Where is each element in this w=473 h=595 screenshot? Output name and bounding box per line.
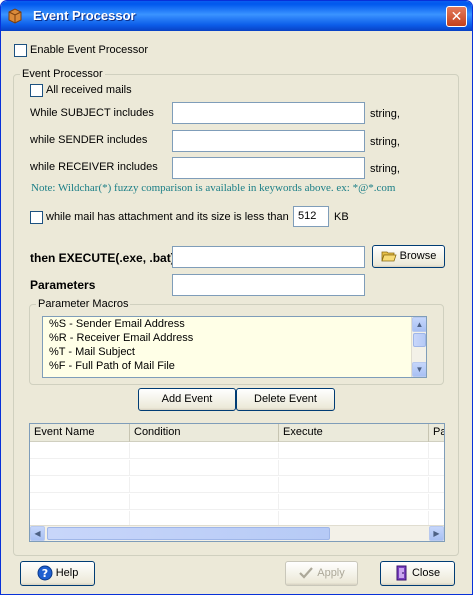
table-row[interactable] (30, 443, 444, 459)
window-title: Event Processor (33, 8, 136, 23)
help-label: Help (55, 567, 79, 579)
table-cell (130, 443, 279, 459)
macro-item[interactable]: %T - Mail Subject (49, 346, 135, 358)
events-table[interactable]: Event Name Condition Execute Pa (29, 423, 445, 542)
help-button[interactable]: ? Help (20, 561, 95, 586)
execute-path-input[interactable] (172, 246, 365, 268)
table-cell (279, 494, 429, 510)
parameters-input[interactable] (172, 274, 365, 296)
table-cell (279, 460, 429, 476)
browse-button[interactable]: Browse (372, 245, 445, 268)
title-bar[interactable]: Event Processor ✕ (1, 1, 472, 31)
table-row[interactable] (30, 477, 444, 493)
table-row[interactable] (30, 494, 444, 510)
macro-item[interactable]: %F - Full Path of Mail File (49, 360, 175, 372)
browse-label: Browse (399, 250, 437, 262)
door-exit-icon (396, 565, 407, 581)
events-table-header: Event Name Condition Execute Pa (30, 424, 444, 442)
table-cell (279, 477, 429, 493)
table-row[interactable] (30, 460, 444, 476)
delete-event-button[interactable]: Delete Event (236, 388, 335, 411)
attachment-size-label: while mail has attachment and its size i… (46, 211, 289, 223)
table-cell (130, 460, 279, 476)
parameters-label: Parameters (30, 278, 96, 292)
svg-text:?: ? (41, 567, 47, 580)
receiver-suffix: string, (370, 163, 400, 175)
attachment-size-checkbox[interactable] (30, 211, 43, 224)
table-horizontal-scrollbar[interactable]: ◀ ▶ (30, 525, 444, 541)
table-cell (30, 477, 130, 493)
wildcard-note: Note: Wildchar(*) fuzzy comparison is av… (31, 182, 396, 194)
delete-event-label: Delete Event (254, 393, 317, 405)
close-label: Close (411, 567, 441, 579)
dialog-body: Enable Event Processor Event Processor A… (4, 31, 469, 593)
column-header-event-name[interactable]: Event Name (30, 424, 130, 442)
enable-event-processor-label: Enable Event Processor (30, 44, 149, 56)
app-package-icon (8, 8, 22, 24)
scroll-down-icon[interactable]: ▼ (412, 362, 426, 377)
subject-label: While SUBJECT includes (30, 107, 154, 119)
scroll-up-icon[interactable]: ▲ (412, 317, 426, 332)
table-cell (279, 443, 429, 459)
table-cell (130, 494, 279, 510)
macros-vertical-scrollbar[interactable]: ▲ ▼ (411, 317, 426, 377)
scroll-left-icon[interactable]: ◀ (30, 526, 45, 541)
receiver-label: while RECEIVER includes (30, 161, 158, 173)
receiver-input[interactable] (172, 157, 365, 179)
folder-open-icon (381, 251, 397, 262)
enable-event-processor-checkbox[interactable] (14, 44, 27, 57)
parameter-macros-legend: Parameter Macros (38, 298, 129, 310)
column-header-parameters[interactable]: Pa (429, 424, 444, 442)
event-processor-group-legend: Event Processor (22, 68, 103, 80)
table-cell (30, 494, 130, 510)
table-cell (30, 443, 130, 459)
close-button[interactable]: Close (380, 561, 455, 586)
window-close-button[interactable]: ✕ (446, 6, 467, 27)
close-x-icon: ✕ (450, 8, 463, 24)
attachment-size-input[interactable]: 512 (293, 206, 329, 227)
subject-input[interactable] (172, 102, 365, 124)
add-event-label: Add Event (161, 393, 213, 405)
sender-input[interactable] (172, 130, 365, 152)
apply-label: Apply (317, 567, 345, 579)
table-cell (30, 460, 130, 476)
macro-item[interactable]: %S - Sender Email Address (49, 318, 185, 330)
question-mark-icon: ? (37, 565, 53, 581)
subject-suffix: string, (370, 108, 400, 120)
execute-label: then EXECUTE(.exe, .bat) (30, 251, 175, 265)
add-event-button[interactable]: Add Event (138, 388, 236, 411)
sender-label: while SENDER includes (30, 134, 148, 146)
all-received-mails-label: All received mails (46, 84, 132, 96)
macro-item[interactable]: %R - Receiver Email Address (49, 332, 193, 344)
column-header-condition[interactable]: Condition (130, 424, 279, 442)
checkmark-icon (299, 567, 314, 579)
sender-suffix: string, (370, 136, 400, 148)
apply-button[interactable]: Apply (285, 561, 358, 586)
attachment-size-unit: KB (334, 211, 349, 223)
all-received-mails-checkbox[interactable] (30, 84, 43, 97)
scroll-right-icon[interactable]: ▶ (429, 526, 444, 541)
event-processor-window: Event Processor ✕ Enable Event Processor… (0, 0, 473, 595)
table-scroll-thumb[interactable] (47, 527, 330, 540)
column-header-execute[interactable]: Execute (279, 424, 429, 442)
macros-scroll-thumb[interactable] (413, 333, 426, 347)
parameter-macros-list[interactable]: %S - Sender Email Address %R - Receiver … (42, 316, 427, 378)
table-cell (130, 477, 279, 493)
